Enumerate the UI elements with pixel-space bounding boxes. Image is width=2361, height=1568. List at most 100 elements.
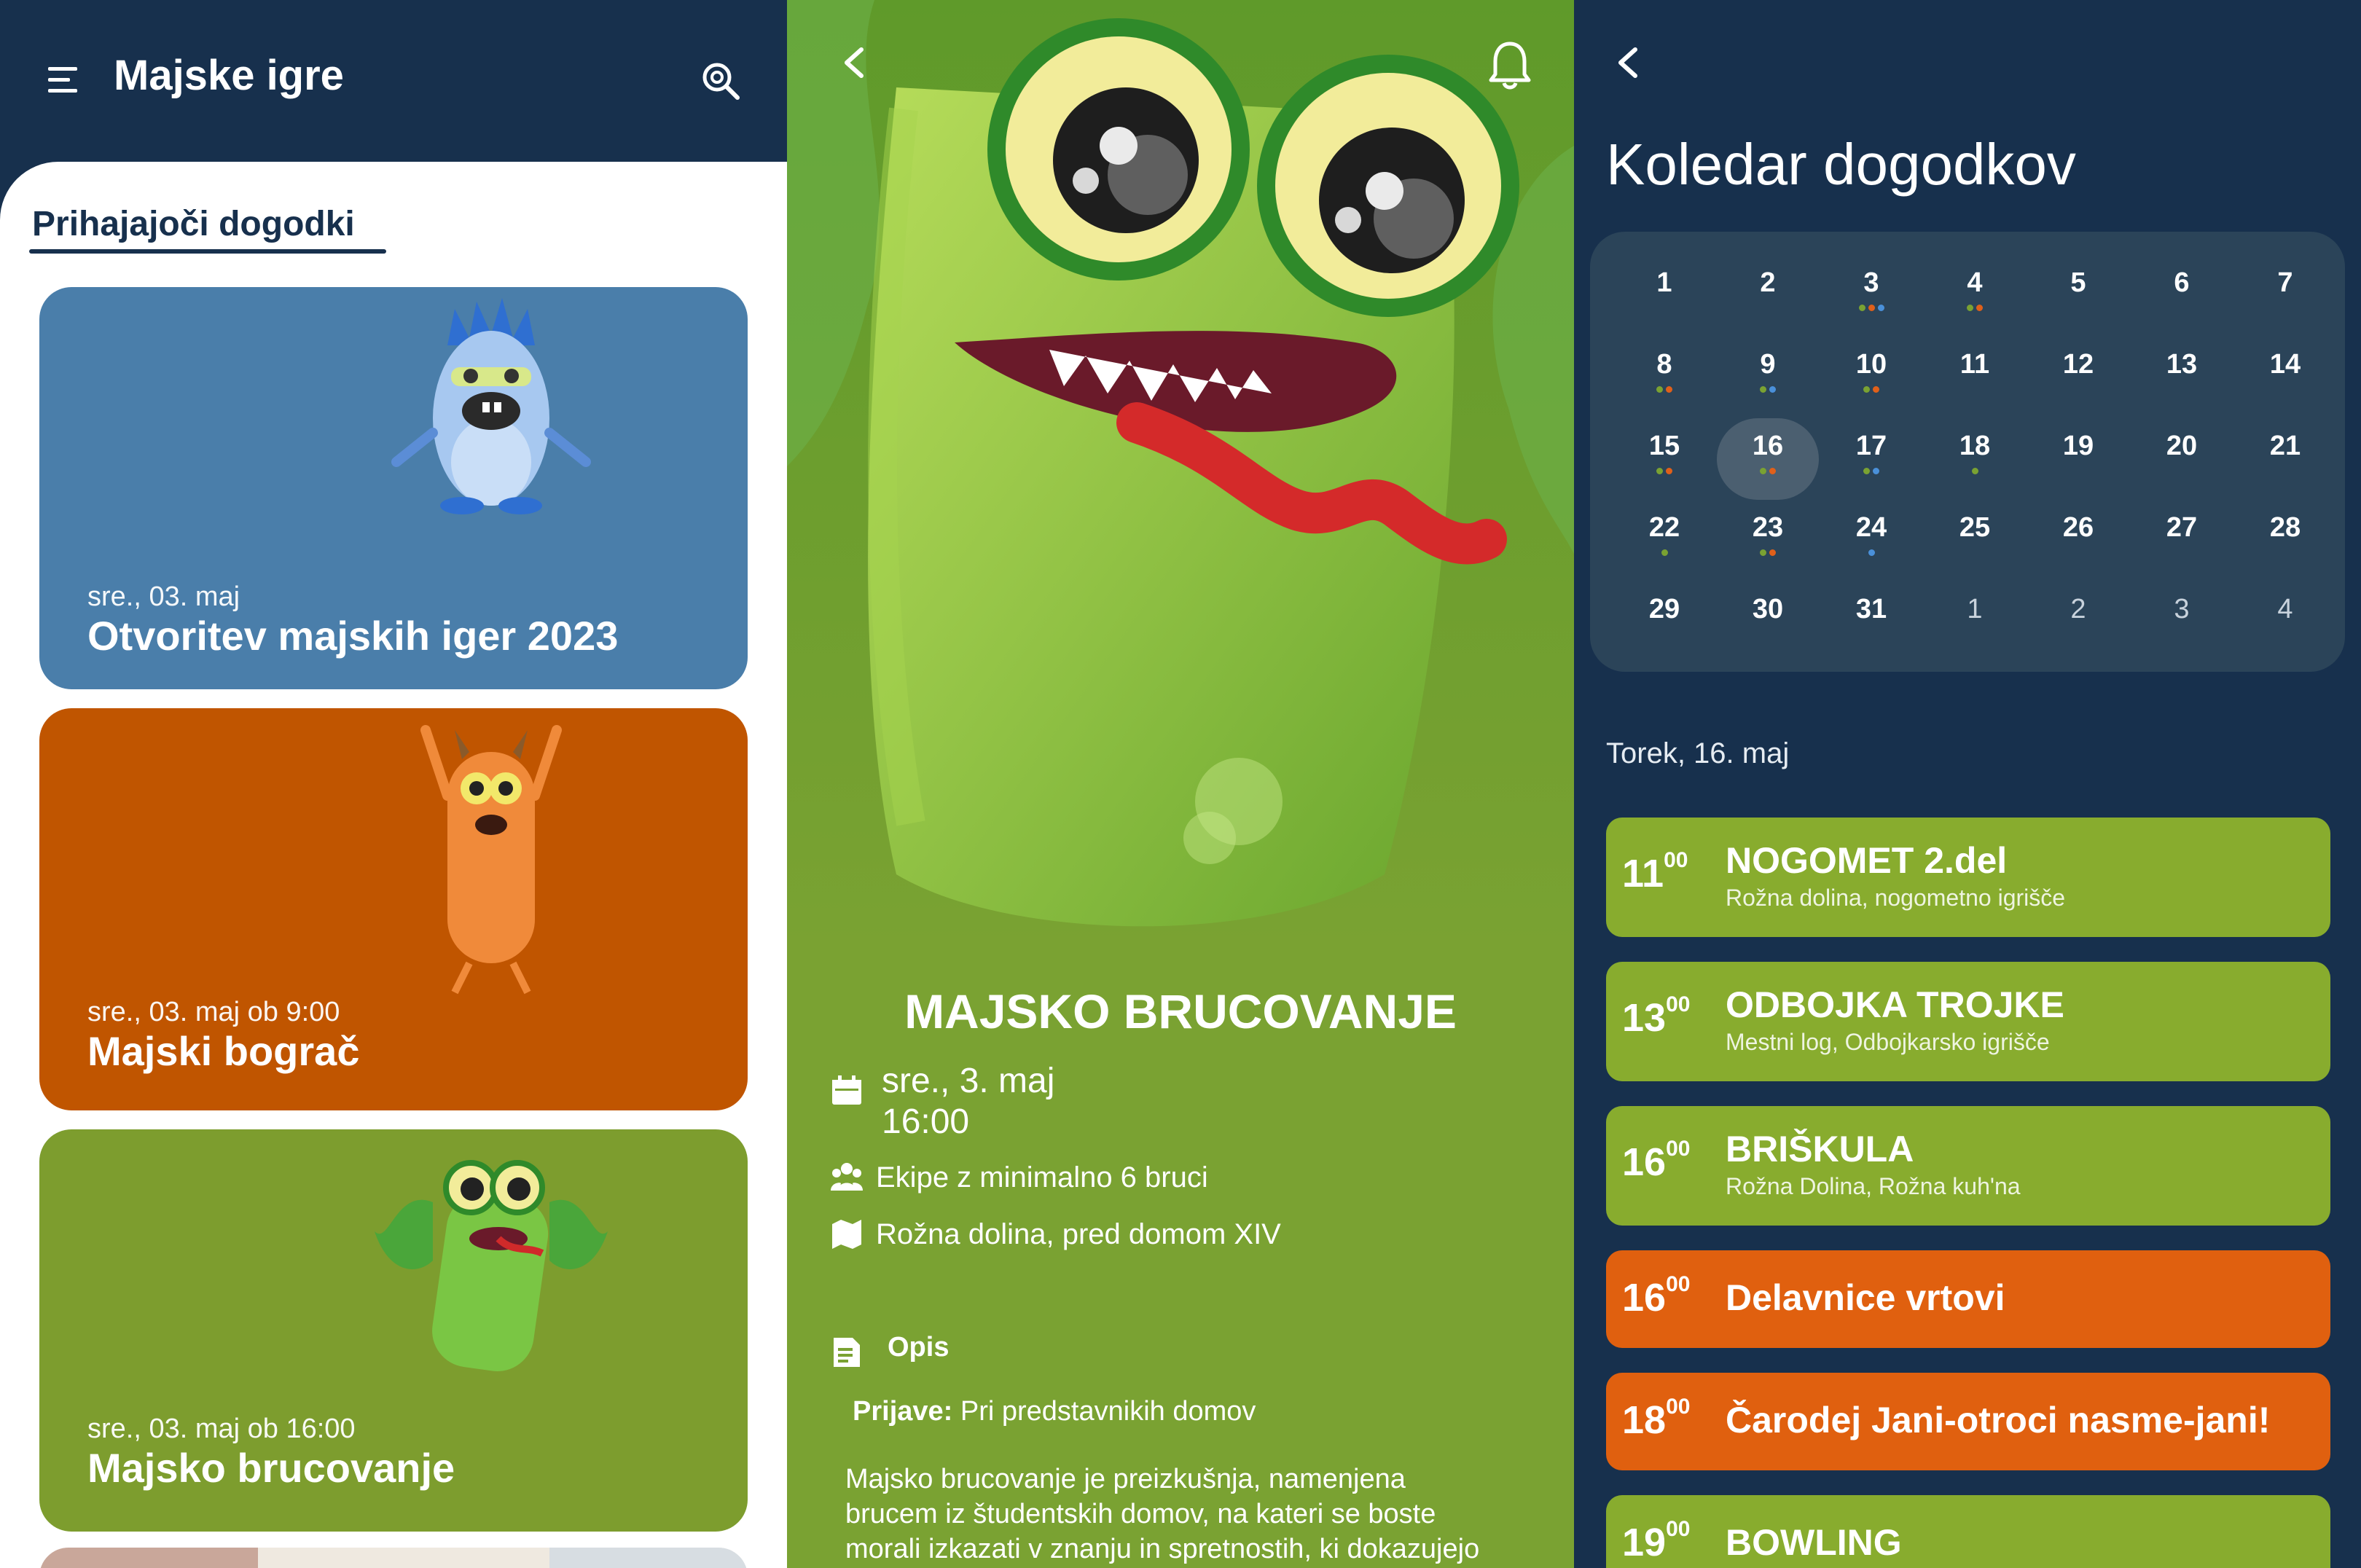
green-monster-hero-illustration [787,0,1574,954]
calendar-day[interactable]: 2 [1724,261,1812,334]
next-event-card-peek[interactable] [39,1548,748,1568]
calendar-event-card[interactable]: 1900 BOWLING [1606,1495,2330,1568]
event-indicator-dots [1828,468,1915,477]
event-card[interactable]: sre., 03. maj ob 16:00 Majsko brucovanje [39,1129,748,1532]
calendar-day[interactable]: 23 [1724,506,1812,579]
calendar-event-card[interactable]: 1600 Delavnice vrtovi [1606,1250,2330,1348]
event-indicator-dots [2035,549,2122,558]
menu-icon[interactable] [48,66,82,95]
event-dot [1769,549,1776,556]
calendar-day-number: 1 [1967,594,1983,624]
event-name: Delavnice vrtovi [1726,1277,2005,1318]
event-location: Mestni log, Odbojkarsko igrišče [1726,1029,2050,1055]
event-indicator-dots [1724,468,1812,477]
back-icon[interactable] [838,45,873,80]
calendar-event-card[interactable]: 1800 Čarodej Jani-otroci nasme-jani! [1606,1373,2330,1470]
event-time: 1300 [1622,992,1691,1040]
calendar-day-number: 25 [1959,512,1991,543]
calendar-day[interactable]: 15 [1621,424,1708,497]
event-name: Čarodej Jani-otroci nasme-jani! [1726,1400,2271,1440]
calendar-day[interactable]: 22 [1621,506,1708,579]
event-indicator-dots [2138,468,2225,477]
event-date: sre., 3. maj [882,1062,1055,1100]
event-name: BRIŠKULA [1726,1129,1914,1169]
calendar-day[interactable]: 31 [1828,587,1915,660]
event-indicator-dots [1621,305,1708,313]
bell-icon[interactable] [1487,39,1533,90]
calendar-day[interactable]: 1 [1931,587,2019,660]
event-dot [1873,386,1879,393]
calendar-day[interactable]: 20 [2138,424,2225,497]
event-location: Rožna dolina, pred domom XIV [876,1218,1281,1250]
event-indicator-dots [1828,549,1915,558]
calendar-day[interactable]: 4 [2241,587,2329,660]
app-title: Majske igre [114,52,344,99]
event-indicator-dots [1621,549,1708,558]
calendar-day-number: 14 [2269,349,2301,380]
event-time: 1600 [1622,1137,1691,1184]
event-dot [1666,386,1672,393]
home-screen: Majske igre Prihajajoči dogodki sre., 03… [0,0,787,1568]
event-indicator-dots [1931,631,2019,640]
event-title: Majski bograč [87,1028,360,1074]
event-date: sre., 03. maj ob 16:00 [87,1414,356,1444]
calendar-day[interactable]: 3 [2138,587,2225,660]
calendar-day-number: 17 [1855,431,1887,461]
registration-value: Pri predstavnikih domov [952,1396,1256,1427]
calendar-day[interactable]: 24 [1828,506,1915,579]
event-indicator-dots [1724,549,1812,558]
calendar-day[interactable]: 26 [2035,506,2122,579]
event-indicator-dots [1828,631,1915,640]
calendar-day[interactable]: 18 [1931,424,2019,497]
event-dot [1769,386,1776,393]
calendar-day[interactable]: 25 [1931,506,2019,579]
event-location: Rožna Dolina, Rožna kuh'na [1726,1173,2021,1199]
event-indicator-dots [2241,549,2329,558]
calendar-day[interactable]: 17 [1828,424,1915,497]
event-indicator-dots [2035,386,2122,395]
calendar-day-selected[interactable]: 16 [1717,418,1819,500]
description-icon [834,1338,860,1367]
calendar-day[interactable]: 28 [2241,506,2329,579]
calendar-day-number: 27 [2166,512,2198,543]
calendar-day[interactable]: 11 [1931,342,2019,415]
event-indicator-dots [1724,631,1812,640]
calendar-day[interactable]: 6 [2138,261,2225,334]
calendar-day-number: 23 [1752,512,1784,543]
event-card[interactable]: sre., 03. maj Otvoritev majskih iger 202… [39,287,748,689]
calendar-day[interactable]: 5 [2035,261,2122,334]
map-icon [832,1220,861,1249]
calendar-day[interactable]: 8 [1621,342,1708,415]
calendar-day[interactable]: 19 [2035,424,2122,497]
calendar-day[interactable]: 27 [2138,506,2225,579]
search-icon[interactable] [701,61,740,101]
calendar-day-number: 4 [2277,594,2293,624]
calendar-day[interactable]: 21 [2241,424,2329,497]
calendar-day[interactable]: 13 [2138,342,2225,415]
calendar-event-card[interactable]: 1100 NOGOMET 2.del Rožna dolina, nogometno… [1606,818,2330,937]
calendar-day[interactable]: 10 [1828,342,1915,415]
calendar-day[interactable]: 30 [1724,587,1812,660]
event-title: MAJSKO BRUCOVANJE [904,984,1457,1038]
calendar-day[interactable]: 1 [1621,261,1708,334]
calendar-day[interactable]: 2 [2035,587,2122,660]
event-dot [1971,468,1978,474]
event-indicator-dots [2241,386,2329,395]
calendar-event-card[interactable]: 1600 BRIŠKULA Rožna Dolina, Rožna kuh'na [1606,1106,2330,1226]
calendar-event-card[interactable]: 1300 ODBOJKA TROJKE Mestni log, Odbojkarsk… [1606,962,2330,1081]
calendar-day-number: 1 [1656,267,1672,298]
calendar-day[interactable]: 9 [1724,342,1812,415]
event-time: 1600 [1622,1272,1691,1320]
event-teams: Ekipe z minimalno 6 bruci [876,1161,1208,1193]
calendar-day[interactable]: 14 [2241,342,2329,415]
calendar-day[interactable]: 12 [2035,342,2122,415]
event-time: 1900 [1622,1517,1691,1564]
calendar-day[interactable]: 4 [1931,261,2019,334]
back-icon[interactable] [1612,45,1647,80]
calendar-day[interactable]: 3 [1828,261,1915,334]
calendar-day[interactable]: 7 [2241,261,2329,334]
event-indicator-dots [2138,549,2225,558]
calendar-day[interactable]: 29 [1621,587,1708,660]
event-card[interactable]: sre., 03. maj ob 9:00 Majski bograč [39,708,748,1110]
event-dot [1760,386,1766,393]
